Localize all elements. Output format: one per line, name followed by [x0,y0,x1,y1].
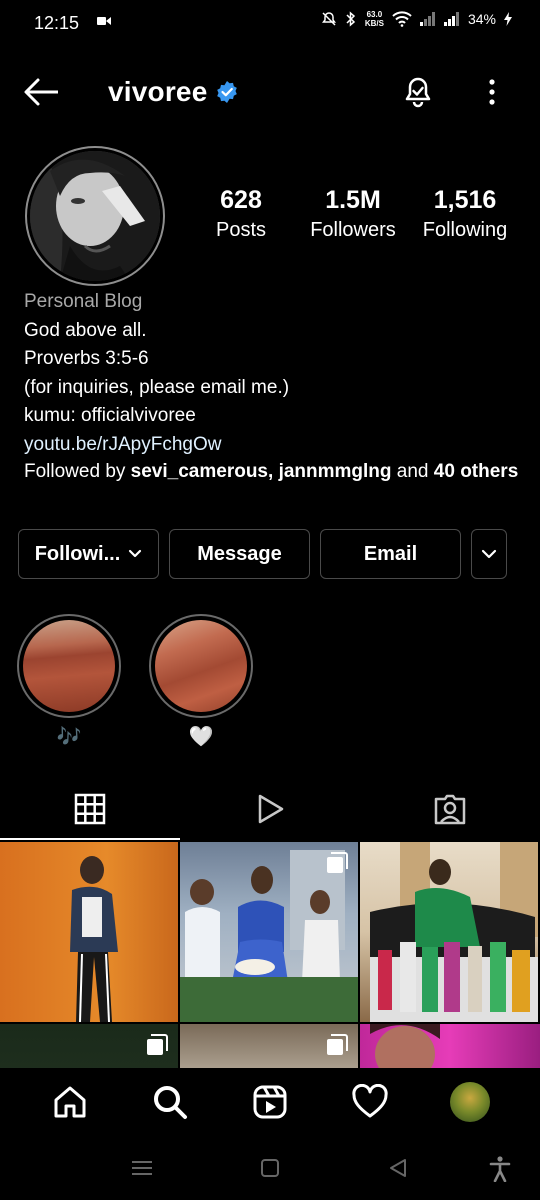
network-speed: 63.0 KB/S [364,10,384,28]
followed-by[interactable]: Followed by sevi_camerous, jannmmglng an… [24,459,524,485]
profile-username: vivoree [108,76,208,107]
story-highlight[interactable]: 🤍 [149,614,253,749]
notification-bell-icon[interactable] [400,74,436,110]
tab-tagged[interactable] [360,778,540,840]
charging-icon [504,12,512,26]
following-button[interactable]: Followi... [18,529,159,579]
reels-icon [253,1085,287,1119]
bio-category: Personal Blog [24,291,143,312]
profile-bio: Personal Blog God above all. Proverbs 3:… [24,288,524,485]
post-image [70,856,118,1022]
post-thumbnail[interactable] [360,1024,540,1070]
verified-badge-icon [217,81,237,103]
nav-search[interactable] [143,1075,197,1129]
nav-activity[interactable] [343,1075,397,1129]
profile-avatar-small [450,1082,490,1122]
profile-stats: 628 Posts 1.5M Followers 1,516 Following [190,186,530,242]
following-stat[interactable]: 1,516 Following [414,186,516,242]
followers-stat[interactable]: 1.5M Followers [292,186,414,242]
following-label: Following [422,219,508,241]
signal-icon-1 [419,12,435,26]
video-recording-icon [97,17,111,25]
profile-actions: Followi... Message Email [18,529,507,579]
highlight-cover [23,620,115,712]
nav-home[interactable] [43,1075,97,1129]
battery-percent: 34% [467,11,496,27]
status-indicators: 63.0 KB/S 34% [321,10,512,28]
post-image [370,842,538,1022]
post-thumbnail[interactable] [360,842,538,1022]
profile-header: vivoree [0,62,540,122]
grid-icon [74,793,106,825]
back-button-icon[interactable] [388,1158,408,1178]
post-image [370,1024,440,1070]
mutual-user[interactable]: jannmmglng [279,461,392,482]
wifi-icon [392,11,412,27]
status-bar: 12:15 63.0 KB/S 34% [0,0,540,48]
posts-stat[interactable]: 628 Posts [190,186,292,242]
signal-icon-2 [443,12,459,26]
profile-avatar[interactable] [30,151,160,281]
bottom-navigation [0,1068,540,1136]
bio-line: Proverbs 3:5-6 [24,348,149,369]
accessibility-icon[interactable] [489,1156,511,1182]
mutual-user[interactable]: sevi_camerous [131,461,268,482]
more-options-icon[interactable] [478,76,506,108]
profile-tabs [0,778,540,840]
tagged-icon [434,794,466,825]
status-time: 12:15 [34,13,80,33]
post-thumbnail[interactable] [180,1024,358,1070]
tab-reels[interactable] [180,778,360,840]
multiple-images-icon [327,1034,348,1055]
highlight-ring [17,614,121,718]
posts-grid [0,842,540,1070]
chevron-down-icon [481,549,497,559]
home-button-icon[interactable] [260,1158,280,1178]
email-button[interactable]: Email [320,529,461,579]
followers-count: 1.5M [325,186,381,214]
bio-line: (for inquiries, please email me.) [24,376,290,398]
message-button[interactable]: Message [169,529,310,579]
post-thumbnail[interactable] [0,1024,178,1070]
system-navigation [0,1140,540,1200]
highlight-cover [155,620,247,712]
search-icon [154,1086,187,1119]
posts-count: 628 [220,186,262,214]
bio-link[interactable]: youtu.be/rJApyFchgOw [24,431,524,460]
multiple-images-icon [327,852,348,873]
mutual-others[interactable]: 40 others [434,461,518,482]
reels-icon [258,794,284,824]
following-count: 1,516 [433,186,497,214]
mute-bell-icon [321,12,336,26]
bluetooth-icon [346,11,355,27]
avatar-photo [30,151,160,281]
post-thumbnail[interactable] [0,842,178,1022]
back-arrow-icon[interactable] [22,76,62,108]
story-highlight[interactable]: 🎶 [17,614,121,749]
bio-line: kumu: officialvivoree [24,405,196,426]
home-icon [54,1086,86,1118]
following-label: Followi... [34,542,121,565]
nav-reels[interactable] [243,1075,297,1129]
highlight-label: 🤍 [188,726,214,748]
heart-icon [352,1084,388,1118]
recent-apps-icon[interactable] [130,1158,154,1178]
posts-label: Posts [215,219,267,241]
suggested-accounts-button[interactable] [471,529,507,579]
chevron-down-icon [129,549,142,558]
followers-label: Followers [310,219,396,241]
highlight-label: 🎶 [56,726,82,748]
multiple-images-icon [147,1034,168,1055]
nav-profile[interactable] [443,1075,497,1129]
tab-posts-grid[interactable] [0,778,180,840]
bio-line: God above all. [24,319,147,341]
highlight-ring [149,614,253,718]
post-thumbnail[interactable] [180,842,358,1022]
